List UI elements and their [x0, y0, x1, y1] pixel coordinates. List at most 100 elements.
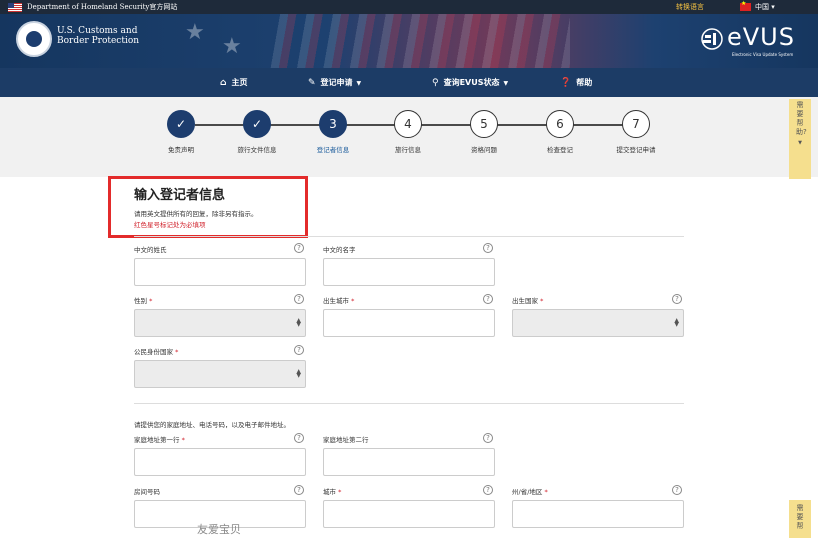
divider	[134, 403, 684, 404]
required-asterisk: *	[338, 488, 342, 496]
help-icon[interactable]: ?	[483, 294, 493, 304]
citizenship-select[interactable]: ▲ ▼	[134, 360, 306, 388]
required-asterisk: *	[175, 348, 179, 356]
citizenship-label: 公民身份国家 *	[134, 346, 178, 356]
required-asterisk: *	[544, 488, 548, 496]
star-icon: ★	[222, 34, 242, 59]
city-label-text: 城市	[323, 488, 336, 496]
help-tab-text-bottom: 需要帮	[796, 504, 804, 530]
surname-input[interactable]	[134, 258, 306, 286]
evus-logo[interactable]: eVUS Electronic Visa Update System	[700, 23, 810, 63]
language-select[interactable]: 中国 ▾	[755, 2, 775, 12]
main-nav: ⌂ 主页 ✎ 登记申请 ▼ ⚲ 查询EVUS状态 ▼ ❓ 帮助	[0, 68, 818, 97]
help-icon[interactable]: ?	[483, 433, 493, 443]
nav-check-status-label: 查询EVUS状态	[443, 78, 500, 87]
gender-label-text: 性别	[134, 297, 147, 305]
select-arrows-icon: ▲ ▼	[674, 317, 679, 328]
help-icon[interactable]: ?	[483, 243, 493, 253]
address-instructions: 请提供您的家庭地址、电话号码，以及电子邮件地址。	[134, 421, 290, 429]
chevron-down-icon: ▾	[771, 3, 775, 11]
help-tab-text: 需要帮助?	[796, 101, 807, 136]
home-icon: ⌂	[220, 78, 227, 88]
required-note: 红色星号标记处为必填项	[134, 221, 206, 229]
select-arrows-icon: ▲ ▼	[296, 317, 301, 328]
help-icon[interactable]: ?	[672, 294, 682, 304]
help-icon[interactable]: ?	[294, 294, 304, 304]
step-1-label: 免责声明	[168, 146, 194, 154]
step-2-label: 旅行文件信息	[237, 146, 277, 154]
nav-apply-label: 登记申请	[320, 78, 353, 87]
evus-emblem-icon	[701, 28, 723, 50]
question-icon: ❓	[560, 78, 572, 88]
flag-banner-graphic	[270, 14, 570, 68]
step-4-circle: 4	[394, 110, 422, 138]
nav-home[interactable]: ⌂ 主页	[220, 68, 247, 97]
step-3-circle: 3	[319, 110, 347, 138]
chevron-down-icon: ▼	[356, 80, 362, 87]
nav-help[interactable]: ❓ 帮助	[560, 68, 592, 97]
required-asterisk: *	[149, 297, 153, 305]
step-6-label: 检查登记	[547, 146, 573, 154]
required-asterisk: *	[540, 297, 544, 305]
change-language-link[interactable]: 转换语言	[676, 2, 704, 12]
agency-line2: Border Protection	[57, 36, 140, 46]
step-5-circle: 5	[470, 110, 498, 138]
watermark-text: 友爱宝贝	[197, 523, 241, 536]
state-input[interactable]	[512, 500, 684, 528]
address-line1-label-text: 家庭地址第一行	[134, 436, 180, 444]
form-instructions: 请用英文提供所有的回复，除非另有指示。	[134, 210, 258, 218]
site-header: ★ ★ U.S. Customs and Border Protection e…	[0, 14, 818, 68]
address-line2-input[interactable]	[323, 448, 495, 476]
nav-apply[interactable]: ✎ 登记申请 ▼	[308, 68, 361, 97]
birth-country-label: 出生国家 *	[512, 295, 543, 305]
birth-city-label-text: 出生城市	[323, 297, 349, 305]
page-title: 输入登记者信息	[134, 188, 226, 203]
select-arrows-icon: ▲ ▼	[296, 368, 301, 379]
birth-city-input[interactable]	[323, 309, 495, 337]
step-3-label: 登记者信息	[316, 146, 350, 154]
birth-country-label-text: 出生国家	[512, 297, 538, 305]
help-side-tab[interactable]: 需要帮助? ▼	[789, 99, 811, 179]
agency-line1: U.S. Customs and	[57, 26, 138, 36]
address-line1-input[interactable]	[134, 448, 306, 476]
address-line1-label: 家庭地址第一行 *	[134, 434, 185, 444]
birth-country-select[interactable]: ▲ ▼	[512, 309, 684, 337]
gender-label: 性别 *	[134, 295, 152, 305]
cbp-logo-text[interactable]: U.S. Customs and Border Protection	[57, 26, 139, 46]
birth-city-label: 出生城市 *	[323, 295, 354, 305]
address-line2-label: 家庭地址第二行	[323, 436, 369, 444]
dhs-seal-logo[interactable]	[16, 21, 52, 57]
help-icon[interactable]: ?	[294, 485, 304, 495]
city-label: 城市 *	[323, 486, 341, 496]
gov-top-bar: Department of Homeland Security官方网站 转换语言…	[0, 0, 818, 14]
nav-check-status[interactable]: ⚲ 查询EVUS状态 ▼	[432, 68, 508, 97]
step-2-circle[interactable]: ✓	[243, 110, 271, 138]
gender-select[interactable]: ▲ ▼	[134, 309, 306, 337]
required-asterisk: *	[351, 297, 355, 305]
step-1-circle[interactable]: ✓	[167, 110, 195, 138]
help-icon[interactable]: ?	[294, 433, 304, 443]
state-label-text: 州/省/地区	[512, 488, 543, 496]
apartment-label: 房间号码	[134, 488, 160, 496]
help-side-tab-bottom[interactable]: 需要帮	[789, 500, 811, 538]
nav-home-label: 主页	[231, 78, 248, 87]
help-icon[interactable]: ?	[672, 485, 682, 495]
language-current: 中国	[755, 3, 769, 11]
given-name-input[interactable]	[323, 258, 495, 286]
us-flag-icon	[8, 3, 22, 12]
given-name-label: 中文的名字	[323, 246, 356, 254]
step-7-circle: 7	[622, 110, 650, 138]
step-7-label: 提交登记申请	[616, 146, 656, 154]
evus-subtitle: Electronic Visa Update System	[732, 52, 794, 57]
divider	[134, 236, 684, 237]
help-icon[interactable]: ?	[483, 485, 493, 495]
dhs-link[interactable]: Department of Homeland Security官方网站	[27, 2, 177, 12]
step-4-label: 旅行信息	[395, 146, 421, 154]
citizenship-label-text: 公民身份国家	[134, 348, 173, 356]
step-5-label: 资格问题	[471, 146, 497, 154]
city-input[interactable]	[323, 500, 495, 528]
chevron-down-icon: ▼	[503, 80, 509, 87]
help-icon[interactable]: ?	[294, 345, 304, 355]
help-icon[interactable]: ?	[294, 243, 304, 253]
chevron-down-icon: ▼	[798, 140, 802, 146]
